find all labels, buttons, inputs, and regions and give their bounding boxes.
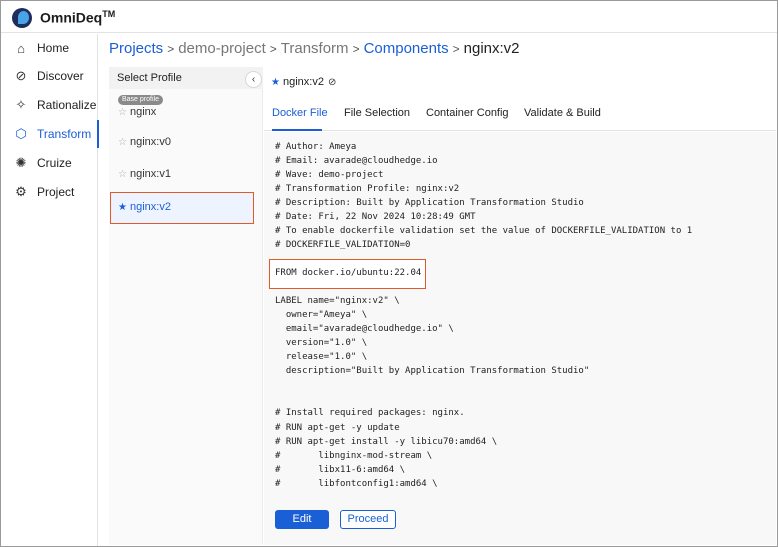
star-icon[interactable]: ☆: [118, 107, 127, 118]
breadcrumb-separator: >: [352, 42, 360, 56]
sidebar-item-label: Cruize: [37, 156, 72, 170]
pencil-edit-icon[interactable]: ⊘: [328, 77, 336, 88]
rationalize-icon: ✧: [15, 97, 27, 112]
proceed-button[interactable]: Proceed: [340, 510, 396, 529]
code-line: email="avarade@cloudhedge.io" \: [275, 324, 454, 334]
profile-item-nginx-v1[interactable]: ☆ nginx:v1: [118, 168, 171, 180]
edit-button[interactable]: Edit: [275, 510, 329, 529]
project-icon: ⚙: [15, 184, 27, 199]
active-tab-indicator: [272, 129, 322, 131]
sidebar-item-label: Transform: [37, 127, 92, 141]
tab-docker-file[interactable]: Docker File: [272, 107, 328, 119]
base-profile-badge: Base profile: [118, 95, 163, 105]
omnideq-logo-icon: [12, 8, 32, 28]
sidebar-item-cruize[interactable]: ✺ Cruize: [1, 149, 98, 177]
breadcrumb-components[interactable]: Components: [364, 40, 449, 57]
code-line: # RUN apt-get install -y libicu70:amd64 …: [275, 437, 498, 447]
breadcrumb-current: nginx:v2: [463, 40, 520, 57]
profile-item-nginx-v0[interactable]: ☆ nginx:v0: [118, 136, 171, 148]
code-line: # Author: Ameya: [275, 142, 357, 152]
profile-item-nginx-v2[interactable]: ★ nginx:v2: [118, 201, 171, 213]
sidebar-item-label: Discover: [37, 69, 84, 83]
sidebar-item-transform[interactable]: ⬡ Transform: [1, 120, 99, 148]
top-bar: OmniDeqTM: [1, 1, 777, 33]
collapse-panel-button[interactable]: ‹: [245, 71, 262, 88]
code-line: LABEL name="nginx:v2" \: [275, 296, 400, 306]
sidebar-item-label: Project: [37, 185, 75, 199]
breadcrumb-projects[interactable]: Projects: [109, 40, 163, 57]
breadcrumb: Projects > demo-project > Transform > Componen…: [109, 40, 520, 57]
star-icon[interactable]: ★: [118, 202, 127, 213]
code-line: # Install required packages: nginx.: [275, 408, 465, 418]
transform-icon: ⬡: [15, 126, 27, 141]
sidebar-item-label: Home: [37, 41, 70, 55]
breadcrumb-separator: >: [167, 42, 175, 56]
component-name: nginx:v2: [282, 76, 324, 88]
code-line: # Transformation Profile: nginx:v2: [275, 184, 460, 194]
sidebar-item-rationalize[interactable]: ✧ Rationalize: [1, 91, 98, 119]
profile-name: nginx: [129, 106, 157, 118]
profile-name: nginx:v0: [129, 136, 171, 148]
app-name: OmniDeq: [40, 9, 103, 26]
code-line: # Description: Built by Application Tran…: [275, 198, 584, 208]
profile-item-nginx[interactable]: ☆ nginx: [118, 106, 156, 118]
star-icon[interactable]: ★: [271, 77, 280, 88]
tab-file-selection[interactable]: File Selection: [344, 107, 410, 119]
sidebar-item-label: Rationalize: [37, 98, 97, 112]
sidebar-item-project[interactable]: ⚙ Project: [1, 178, 98, 206]
code-line: owner="Ameya" \: [275, 310, 368, 320]
breadcrumb-separator: >: [452, 42, 460, 56]
sidebar-item-home[interactable]: ⌂ Home: [1, 34, 98, 62]
code-line: # libfontconfig1:amd64 \: [275, 479, 438, 489]
app-brand: OmniDeqTM: [40, 9, 115, 26]
home-icon: ⌂: [17, 40, 25, 56]
component-title: ★ nginx:v2 ⊘: [271, 76, 336, 88]
code-line: # RUN apt-get -y update: [275, 423, 400, 433]
trademark: TM: [102, 9, 116, 19]
star-icon[interactable]: ☆: [118, 169, 127, 180]
profile-name: nginx:v1: [129, 168, 171, 180]
star-icon[interactable]: ☆: [118, 137, 127, 148]
code-line-from: FROM docker.io/ubuntu:22.04: [275, 268, 422, 278]
code-line: # libx11-6:amd64 \: [275, 465, 406, 475]
sidebar-item-discover[interactable]: ⊘ Discover: [1, 62, 98, 90]
code-line: # DOCKERFILE_VALIDATION=0: [275, 240, 411, 250]
discover-icon: ⊘: [15, 68, 27, 83]
tab-validate-build[interactable]: Validate & Build: [524, 107, 601, 119]
code-line: # libnginx-mod-stream \: [275, 451, 433, 461]
code-line: description="Built by Application Transf…: [275, 366, 590, 376]
sidebar: ⌂ Home ⊘ Discover ✧ Rationalize ⬡ Transf…: [1, 34, 99, 546]
code-line: release="1.0" \: [275, 352, 368, 362]
breadcrumb-separator: >: [269, 42, 277, 56]
code-line: # Date: Fri, 22 Nov 2024 10:28:49 GMT: [275, 212, 476, 222]
breadcrumb-demo-project: demo-project: [178, 40, 266, 57]
profile-panel-title: Select Profile: [117, 72, 182, 84]
tab-bar: Docker File File Selection Container Con…: [264, 97, 776, 131]
code-line: version="1.0" \: [275, 338, 368, 348]
profile-name: nginx:v2: [129, 201, 171, 213]
code-line: # Wave: demo-project: [275, 170, 384, 180]
tab-container-config[interactable]: Container Config: [426, 107, 509, 119]
cruize-icon: ✺: [15, 155, 27, 170]
code-line: # To enable dockerfile validation set th…: [275, 226, 693, 236]
code-line: # Email: avarade@cloudhedge.io: [275, 156, 438, 166]
profile-panel-header: Select Profile: [109, 67, 263, 89]
breadcrumb-transform: Transform: [280, 40, 349, 57]
